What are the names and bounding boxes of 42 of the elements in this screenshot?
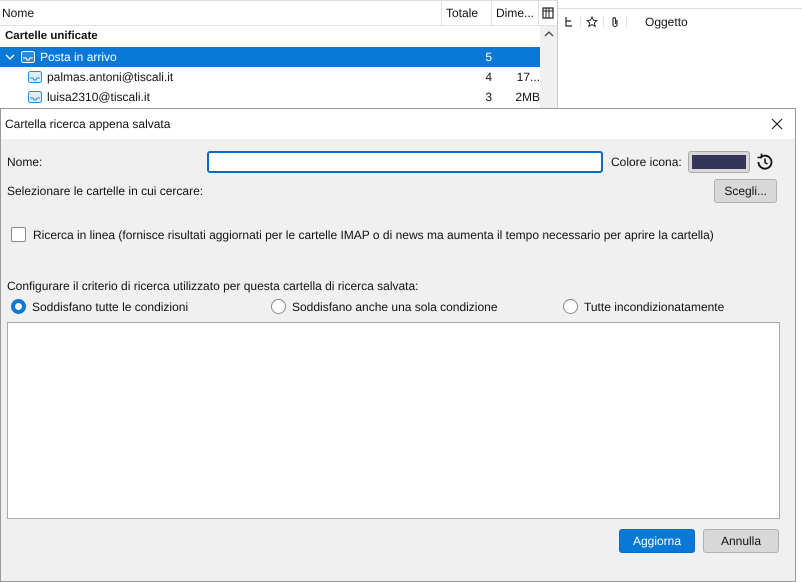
checkbox[interactable] <box>11 227 26 242</box>
icon-color-label: Colore icona: <box>611 155 682 169</box>
folder-size: 2MB <box>514 90 540 104</box>
scrollbar[interactable] <box>540 26 557 108</box>
dialog-button[interactable]: Aggiorna <box>619 529 695 553</box>
radio-button[interactable] <box>11 299 26 314</box>
scroll-up-icon[interactable] <box>544 30 554 38</box>
reset-history-icon[interactable] <box>756 153 774 171</box>
close-icon[interactable] <box>771 118 783 130</box>
total-count: 4 <box>484 70 493 84</box>
column-header[interactable]: Totale <box>442 1 492 25</box>
online-search-label: Ricerca in linea (fornisce risultati aggiornati per le cartelle IMAP o di news ma aumenta il tempo necessario per aprire la cartella) <box>33 228 714 242</box>
radio-button[interactable] <box>271 299 286 314</box>
folder-row[interactable]: palmas.antoni@tiscali.it 4 17... <box>0 67 540 87</box>
dialog-title: Cartella ricerca appena salvata <box>5 117 170 131</box>
name-label: Nome: <box>7 155 44 169</box>
inbox-icon <box>20 49 36 65</box>
section-heading: Cartelle unificate <box>4 29 99 44</box>
folders-label: Selezionare le cartelle in cui cercare: <box>7 184 204 198</box>
folder-row[interactable]: Posta in arrivo 5 <box>0 47 540 67</box>
column-header[interactable]: Nome <box>0 1 442 25</box>
radio-label: Tutte incondizionatamente <box>584 300 724 314</box>
folder-name: palmas.antoni@tiscali.it <box>47 70 174 84</box>
column-header[interactable]: Dime... <box>492 1 539 25</box>
radio-button[interactable] <box>563 299 578 314</box>
color-picker[interactable] <box>688 151 750 173</box>
total-count: 5 <box>484 50 493 64</box>
total-count: 3 <box>484 90 493 104</box>
name-field[interactable] <box>207 151 603 173</box>
radio-label: Soddisfano anche una sola condizione <box>292 300 498 314</box>
dialog-button[interactable]: Annulla <box>703 529 779 553</box>
column-picker-icon[interactable] <box>542 7 554 19</box>
choose-button[interactable]: Scegli... <box>714 179 777 203</box>
folder-size: 17... <box>516 70 540 84</box>
inbox-icon <box>27 89 43 105</box>
folder-name: luisa2310@tiscali.it <box>47 90 151 104</box>
criteria-label: Configurare il criterio di ricerca utilizzato per questa cartella di ricerca salvata: <box>7 279 420 293</box>
folder-name: Posta in arrivo <box>40 50 118 64</box>
column-header[interactable]: Oggetto <box>645 15 688 29</box>
folder-row[interactable]: luisa2310@tiscali.it 3 2MB <box>0 87 540 107</box>
radio-label: Soddisfano tutte le condizioni <box>32 300 188 314</box>
inbox-icon <box>27 69 43 85</box>
